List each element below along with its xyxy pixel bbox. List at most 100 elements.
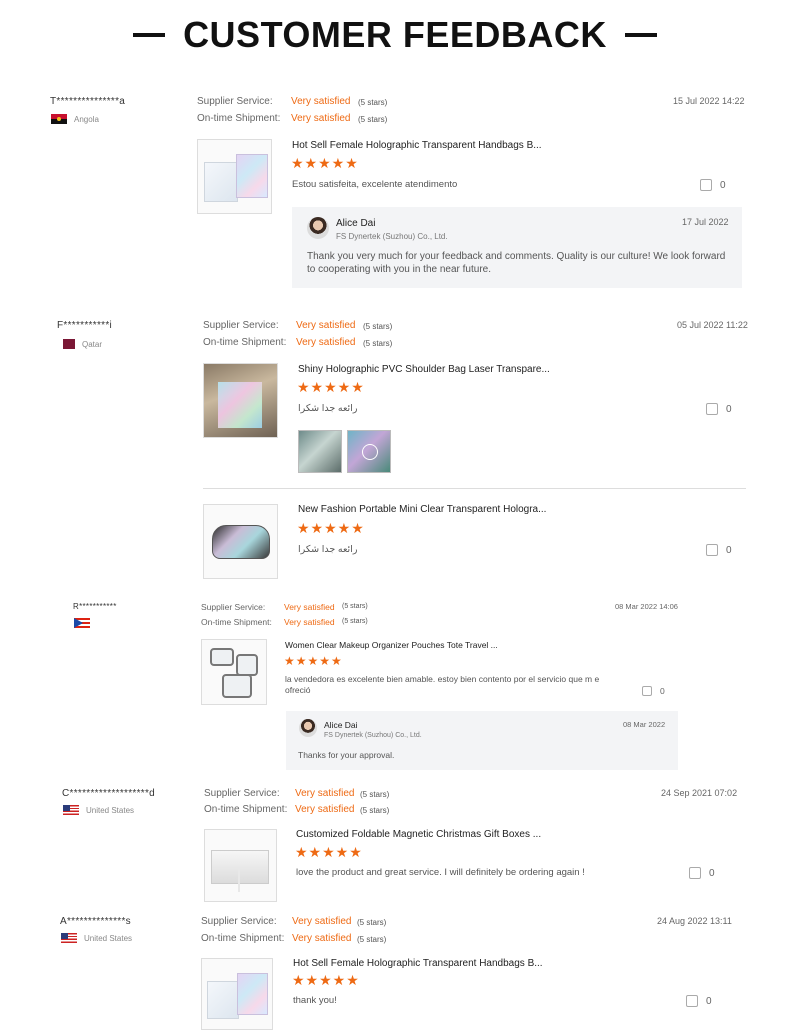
review-date: 24 Aug 2022 13:11 <box>657 916 732 926</box>
play-icon <box>362 444 378 460</box>
shipment-stars: (5 stars) <box>358 115 388 124</box>
rating-stars: ★★★★★ <box>297 379 365 395</box>
product-title[interactable]: Shiny Holographic PVC Shoulder Bag Laser… <box>298 364 550 375</box>
product-title[interactable]: Hot Sell Female Holographic Transparent … <box>293 958 543 969</box>
rating-stars: ★★★★★ <box>292 972 360 988</box>
like-button[interactable]: 0 <box>706 403 732 415</box>
supplier-service-label: Supplier Service: <box>204 788 280 799</box>
product-title[interactable]: Customized Foldable Magnetic Christmas G… <box>296 829 541 840</box>
angola-flag-icon <box>51 114 67 124</box>
like-count: 0 <box>726 403 732 415</box>
like-count: 0 <box>709 867 715 879</box>
product-thumbnail[interactable] <box>203 363 278 438</box>
shipment-label: On-time Shipment: <box>201 617 272 627</box>
shipment-label: On-time Shipment: <box>201 933 285 944</box>
review-comment: la vendedora es excelente bien amable. e… <box>285 674 600 695</box>
thumbs-up-icon <box>689 867 701 879</box>
reviewer-country: United States <box>63 805 134 815</box>
country-name: Angola <box>74 114 99 124</box>
seller-avatar <box>307 217 329 239</box>
seller-avatar <box>299 719 317 737</box>
like-count: 0 <box>706 995 712 1007</box>
like-button[interactable]: 0 <box>642 686 665 696</box>
supplier-service-value: Very satisfied <box>295 788 355 799</box>
review-date: 08 Mar 2022 14:06 <box>615 602 678 611</box>
shipment-value: Very satisfied <box>296 337 356 348</box>
reviewer-country: United States <box>61 933 132 943</box>
reviewer-name: R*********** <box>73 602 117 611</box>
reply-text: Thanks for your approval. <box>298 750 395 760</box>
reply-date: 08 Mar 2022 <box>623 720 666 729</box>
seller-company: FS Dynertek (Suzhou) Co., Ltd. <box>336 232 448 241</box>
product-thumbnail[interactable] <box>197 139 272 214</box>
product-title[interactable]: Hot Sell Female Holographic Transparent … <box>292 140 542 151</box>
review-comment: love the product and great service. I wi… <box>296 867 585 878</box>
reviewer-country <box>74 618 90 628</box>
reply-text: Thank you very much for your feedback an… <box>307 251 726 275</box>
like-button[interactable]: 0 <box>689 867 715 879</box>
product-thumbnail[interactable] <box>201 958 273 1030</box>
like-button[interactable]: 0 <box>700 179 726 191</box>
product-title[interactable]: New Fashion Portable Mini Clear Transpar… <box>298 504 546 515</box>
divider <box>203 488 746 489</box>
supplier-service-value: Very satisfied <box>296 320 356 331</box>
supplier-service-label: Supplier Service: <box>201 916 277 927</box>
like-button[interactable]: 0 <box>686 995 712 1007</box>
supplier-service-label: Supplier Service: <box>197 96 273 107</box>
product-thumbnail[interactable] <box>204 829 277 902</box>
thumbs-up-icon <box>706 403 718 415</box>
thumbs-up-icon <box>706 544 718 556</box>
review-comment: رائعه جدا شكرا <box>298 544 358 555</box>
like-count: 0 <box>720 179 726 191</box>
review-comment: رائعه جدا شكرا <box>298 403 358 414</box>
seller-company: FS Dynertek (Suzhou) Co., Ltd. <box>324 732 422 739</box>
like-button[interactable]: 0 <box>706 544 732 556</box>
rating-stars: ★★★★★ <box>284 654 343 668</box>
shipment-label: On-time Shipment: <box>197 113 281 124</box>
like-count: 0 <box>660 686 665 696</box>
us-flag-icon <box>61 933 77 943</box>
page-header: CUSTOMER FEEDBACK <box>0 14 790 56</box>
reviewer-country: Qatar <box>63 339 102 349</box>
reviewer-name: T***************a <box>50 96 126 107</box>
supplier-service-stars: (5 stars) <box>342 603 368 610</box>
thumbs-up-icon <box>642 686 652 696</box>
rating-stars: ★★★★★ <box>297 520 365 536</box>
product-thumbnail[interactable] <box>203 504 278 579</box>
review-photo[interactable] <box>298 430 342 473</box>
supplier-service-stars: (5 stars) <box>360 790 390 799</box>
shipment-value: Very satisfied <box>291 113 351 124</box>
supplier-service-stars: (5 stars) <box>363 322 393 331</box>
shipment-stars: (5 stars) <box>357 935 387 944</box>
shipment-label: On-time Shipment: <box>203 337 287 348</box>
puerto-rico-flag-icon <box>74 618 90 628</box>
review-comment: Estou satisfeita, excelente atendimento <box>292 179 458 190</box>
rating-stars: ★★★★★ <box>291 155 359 171</box>
shipment-stars: (5 stars) <box>342 618 368 625</box>
rating-stars: ★★★★★ <box>295 844 363 860</box>
product-thumbnail[interactable] <box>201 639 267 705</box>
product-title[interactable]: Women Clear Makeup Organizer Pouches Tot… <box>285 640 498 650</box>
reply-date: 17 Jul 2022 <box>682 217 729 227</box>
shipment-label: On-time Shipment: <box>204 804 288 815</box>
header-right-dash <box>624 33 657 37</box>
shipment-value: Very satisfied <box>292 933 352 944</box>
supplier-service-value: Very satisfied <box>291 96 351 107</box>
reviewer-name: F***********i <box>57 320 113 331</box>
supplier-service-value: Very satisfied <box>284 602 335 612</box>
supplier-service-stars: (5 stars) <box>358 98 388 107</box>
reviewer-name: A**************s <box>60 916 131 927</box>
shipment-value: Very satisfied <box>295 804 355 815</box>
country-name: United States <box>84 933 133 943</box>
seller-name: Alice Dai <box>324 720 358 730</box>
like-count: 0 <box>726 544 732 556</box>
supplier-service-label: Supplier Service: <box>201 602 266 612</box>
thumbs-up-icon <box>700 179 712 191</box>
supplier-service-stars: (5 stars) <box>357 918 387 927</box>
review-video[interactable] <box>347 430 391 473</box>
reviewer-country: Angola <box>51 114 99 124</box>
shipment-value: Very satisfied <box>284 617 335 627</box>
seller-reply: Alice Dai FS Dynertek (Suzhou) Co., Ltd.… <box>286 711 678 770</box>
review-date: 15 Jul 2022 14:22 <box>673 96 745 106</box>
seller-name: Alice Dai <box>336 218 376 229</box>
